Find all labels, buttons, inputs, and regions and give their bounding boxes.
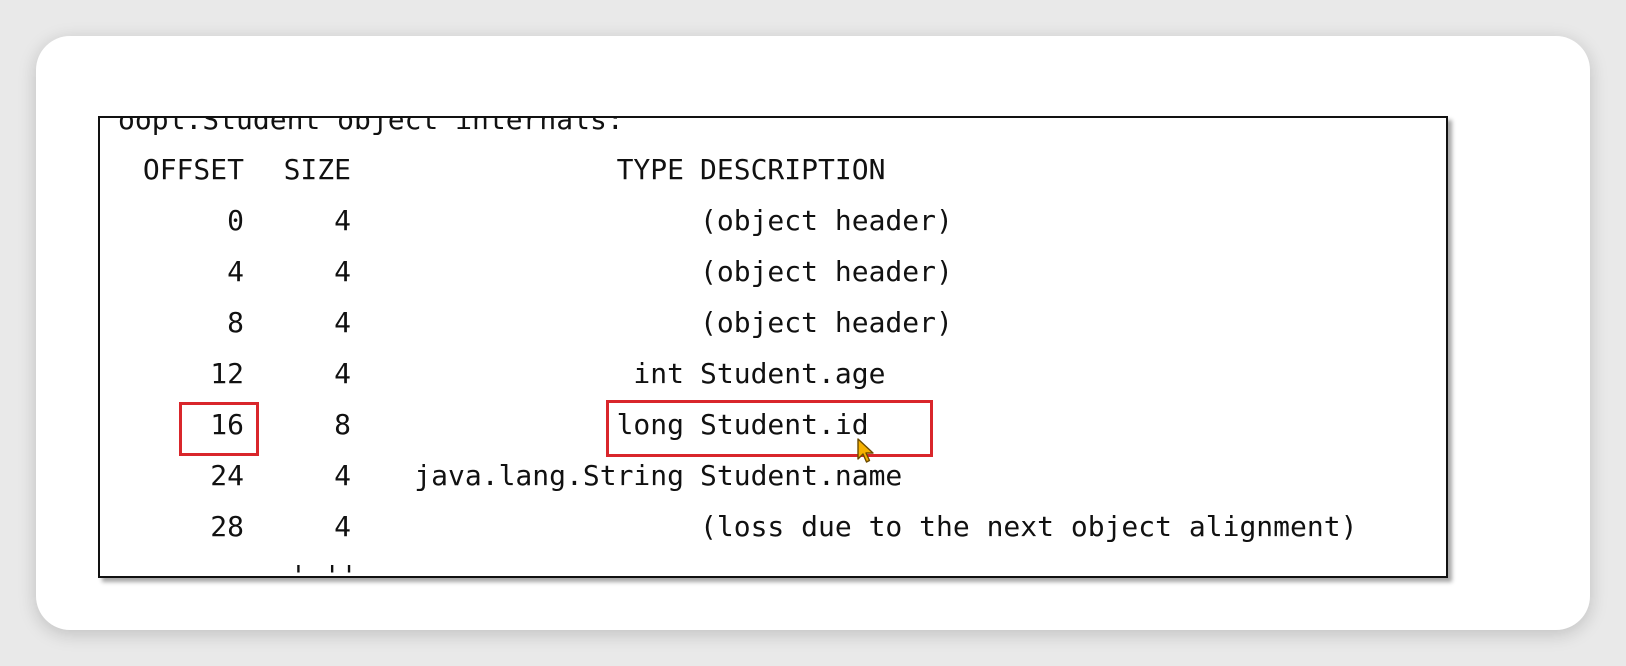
row-size: 4 bbox=[334, 255, 351, 288]
table-row: 8 4 (object header) bbox=[100, 297, 1446, 348]
row-type: int bbox=[633, 357, 684, 390]
row-offset: 24 bbox=[210, 459, 244, 492]
row-description: Student.age bbox=[700, 357, 886, 390]
row-description: (object header) bbox=[700, 255, 953, 288]
header-row: OFFSET SIZE TYPE DESCRIPTION bbox=[100, 144, 1446, 195]
truncated-next-line: ' '' bbox=[290, 559, 358, 578]
row-description: (loss due to the next object alignment) bbox=[700, 510, 1358, 543]
header-type: TYPE bbox=[616, 153, 684, 186]
table-row: 4 4 (object header) bbox=[100, 246, 1446, 297]
row-type: java.lang.String bbox=[414, 459, 684, 492]
row-description: (object header) bbox=[700, 204, 953, 237]
table-row: 28 4 (loss due to the next object alignm… bbox=[100, 501, 1446, 552]
row-offset: 4 bbox=[227, 255, 244, 288]
row-offset: 8 bbox=[227, 306, 244, 339]
row-size: 8 bbox=[334, 408, 351, 441]
header-description: DESCRIPTION bbox=[700, 153, 886, 186]
mouse-pointer-icon bbox=[857, 438, 874, 463]
row-offset: 12 bbox=[210, 357, 244, 390]
row-size: 4 bbox=[334, 204, 351, 237]
row-offset: 0 bbox=[227, 204, 244, 237]
row-size: 4 bbox=[334, 510, 351, 543]
row-description: (object header) bbox=[700, 306, 953, 339]
table-row: 0 4 (object header) bbox=[100, 195, 1446, 246]
row-size: 4 bbox=[334, 459, 351, 492]
header-offset: OFFSET bbox=[142, 153, 244, 186]
type-description-highlight-box bbox=[606, 400, 933, 457]
row-size: 4 bbox=[334, 357, 351, 390]
output-title: oopl.Student object internals: bbox=[118, 116, 624, 136]
row-offset: 28 bbox=[210, 510, 244, 543]
row-size: 4 bbox=[334, 306, 351, 339]
offset-highlight-box bbox=[179, 402, 259, 456]
header-size: SIZE bbox=[283, 153, 351, 186]
terminal-output: oopl.Student object internals: OFFSET SI… bbox=[98, 116, 1448, 578]
table-row: 12 4 int Student.age bbox=[100, 348, 1446, 399]
table-row: 24 4 java.lang.String Student.name bbox=[100, 450, 1446, 501]
